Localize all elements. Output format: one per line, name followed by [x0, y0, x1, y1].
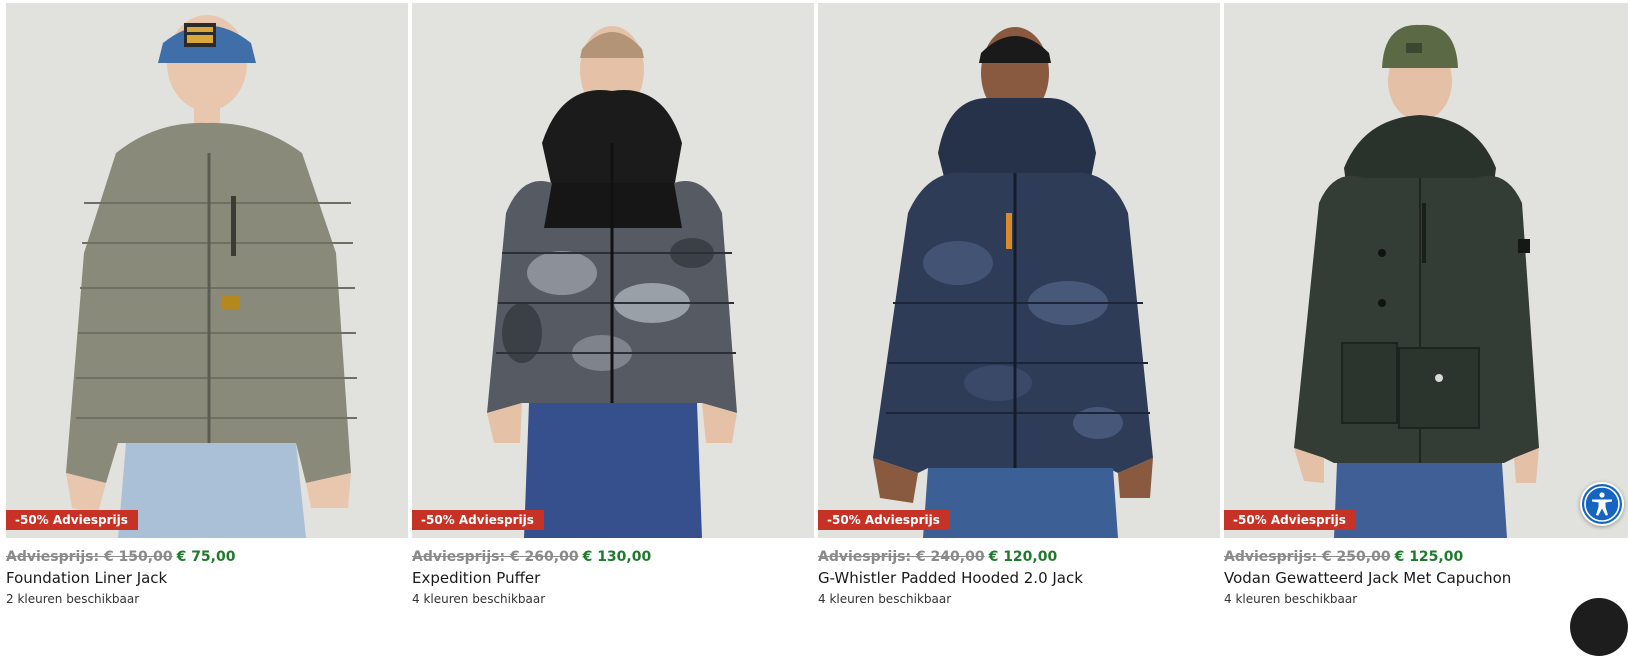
product-image[interactable]: -50% Adviesprijs [1224, 3, 1628, 538]
old-price: Adviesprijs: € 260,00 [412, 549, 579, 565]
price-row: Adviesprijs: € 240,00 € 120,00 [818, 548, 1220, 566]
price-row: Adviesprijs: € 260,00 € 130,00 [412, 548, 814, 566]
product-image[interactable]: -50% Adviesprijs [818, 3, 1220, 538]
product-card[interactable]: -50% Adviesprijs Adviesprijs: € 250,00 € … [1224, 3, 1628, 607]
product-grid: -50% Adviesprijs Adviesprijs: € 150,00 € … [6, 3, 1628, 607]
color-availability: 4 kleuren beschikbaar [818, 592, 952, 606]
old-price: Adviesprijs: € 240,00 [818, 549, 985, 565]
accessibility-button[interactable] [1580, 482, 1624, 526]
color-availability: 2 kleuren beschikbaar [6, 592, 140, 606]
product-name-link[interactable]: Foundation Liner Jack [6, 569, 408, 588]
product-name-link[interactable]: Vodan Gewatteerd Jack Met Capuchon [1224, 569, 1628, 588]
product-image[interactable]: -50% Adviesprijs [412, 3, 814, 538]
model-photo [6, 3, 408, 538]
discount-badge: -50% Adviesprijs [818, 510, 950, 530]
sale-price: € 75,00 [176, 549, 236, 565]
sale-price: € 120,00 [988, 549, 1058, 565]
model-photo [818, 3, 1220, 538]
price-row: Adviesprijs: € 150,00 € 75,00 [6, 548, 408, 566]
discount-badge: -50% Adviesprijs [6, 510, 138, 530]
product-image[interactable]: -50% Adviesprijs [6, 3, 408, 538]
color-availability: 4 kleuren beschikbaar [1224, 592, 1358, 606]
product-card[interactable]: -50% Adviesprijs Adviesprijs: € 240,00 € … [818, 3, 1220, 607]
old-price: Adviesprijs: € 150,00 [6, 549, 173, 565]
sale-price: € 125,00 [1394, 549, 1464, 565]
model-photo [1224, 3, 1628, 538]
old-price: Adviesprijs: € 250,00 [1224, 549, 1391, 565]
accessibility-icon [1582, 484, 1622, 524]
color-availability: 4 kleuren beschikbaar [412, 592, 546, 606]
sale-price: € 130,00 [582, 549, 652, 565]
discount-badge: -50% Adviesprijs [1224, 510, 1356, 530]
discount-badge: -50% Adviesprijs [412, 510, 544, 530]
chat-widget-button[interactable] [1570, 598, 1628, 656]
product-name-link[interactable]: Expedition Puffer [412, 569, 814, 588]
product-name-link[interactable]: G-Whistler Padded Hooded 2.0 Jack [818, 569, 1220, 588]
product-card[interactable]: -50% Adviesprijs Adviesprijs: € 150,00 € … [6, 3, 408, 607]
product-card[interactable]: -50% Adviesprijs Adviesprijs: € 260,00 € … [412, 3, 814, 607]
model-photo [412, 3, 814, 538]
price-row: Adviesprijs: € 250,00 € 125,00 [1224, 548, 1628, 566]
